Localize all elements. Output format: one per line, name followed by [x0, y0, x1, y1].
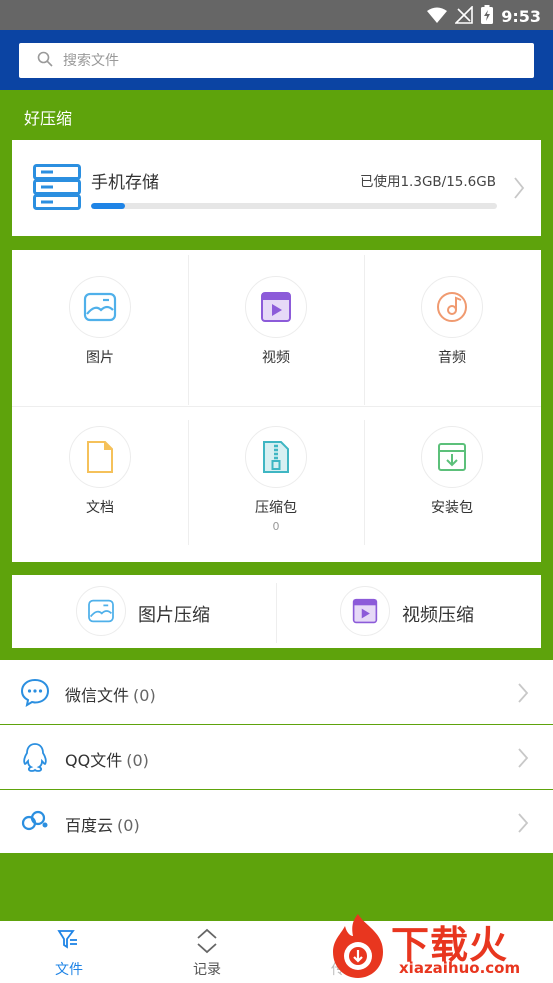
phone-storage-card[interactable]: 手机存储 已使用1.3GB/15.6GB [12, 140, 541, 236]
list-item-label: 微信文件 (0) [65, 686, 156, 705]
flame-logo-icon [325, 912, 391, 983]
category-count: 0 [272, 520, 280, 533]
category-video[interactable]: 视频 [188, 250, 364, 400]
search-header [0, 30, 553, 90]
document-icon [69, 426, 131, 488]
search-box[interactable] [19, 43, 534, 78]
tab-files[interactable]: 文件 [0, 921, 138, 983]
tab-label: 记录 [193, 962, 221, 978]
list-item-baidu-cloud[interactable]: 百度云 (0) [0, 790, 553, 854]
video-compress-button[interactable]: 视频压缩 [277, 575, 541, 648]
video-compress-label: 视频压缩 [402, 605, 474, 626]
category-label: 文档 [86, 500, 114, 516]
category-audio[interactable]: 音频 [364, 250, 540, 400]
search-input[interactable] [63, 52, 503, 69]
category-label: 安装包 [431, 500, 473, 516]
image-icon [76, 586, 126, 636]
wifi-icon [427, 7, 448, 27]
qq-icon [20, 742, 50, 778]
image-icon [69, 276, 131, 338]
storage-name: 手机存储 [91, 173, 159, 193]
wechat-icon [20, 677, 50, 711]
audio-icon [421, 276, 483, 338]
chevron-right-icon [517, 682, 529, 708]
records-icon [195, 928, 219, 958]
baidu-cloud-icon [20, 807, 50, 837]
category-install-packages[interactable]: 安装包 [364, 400, 540, 550]
category-label: 音频 [438, 350, 466, 366]
list-item-label: QQ文件 (0) [65, 751, 149, 770]
signal-icon [454, 4, 474, 28]
status-bar: 9:53 [0, 0, 553, 30]
storage-usage: 已使用1.3GB/15.6GB [359, 174, 496, 190]
image-compress-button[interactable]: 图片压缩 [12, 575, 276, 648]
battery-charging-icon [481, 5, 494, 28]
category-images[interactable]: 图片 [12, 250, 188, 400]
tab-records[interactable]: 记录 [138, 921, 276, 983]
category-archives[interactable]: 压缩包 0 [188, 400, 364, 550]
category-label: 压缩包 [255, 500, 297, 516]
files-filter-icon [57, 928, 79, 954]
category-grid: 图片 视频 音频 文档 压缩包 0 安装包 [12, 250, 541, 562]
app-title: 好压缩 [24, 109, 73, 128]
chevron-right-icon [513, 176, 525, 204]
list-item-wechat[interactable]: 微信文件 (0) [0, 660, 553, 724]
video-icon [245, 276, 307, 338]
archive-icon [245, 426, 307, 488]
storage-progress-fill [91, 203, 125, 209]
status-time: 9:53 [501, 7, 541, 26]
category-documents[interactable]: 文档 [12, 400, 188, 550]
search-icon [37, 51, 53, 71]
category-label: 图片 [86, 350, 114, 366]
chevron-right-icon [517, 812, 529, 838]
compress-shortcuts: 图片压缩 视频压缩 [12, 575, 541, 648]
status-icons: 9:53 [427, 4, 541, 28]
storage-progress-bar [91, 203, 497, 209]
category-label: 视频 [262, 350, 290, 366]
tab-label: 文件 [55, 962, 83, 978]
watermark-url: xiazaihuo.com [399, 959, 521, 977]
list-item-label: 百度云 (0) [65, 816, 140, 835]
file-source-list: 微信文件 (0) QQ文件 (0) 百度云 (0) [0, 660, 553, 853]
watermark-logo: 下载火 xiazaihuo.com [325, 910, 553, 983]
list-item-qq[interactable]: QQ文件 (0) [0, 725, 553, 789]
image-compress-label: 图片压缩 [138, 605, 210, 626]
storage-server-icon [33, 164, 81, 214]
install-package-icon [421, 426, 483, 488]
chevron-right-icon [517, 747, 529, 773]
video-icon [340, 586, 390, 636]
